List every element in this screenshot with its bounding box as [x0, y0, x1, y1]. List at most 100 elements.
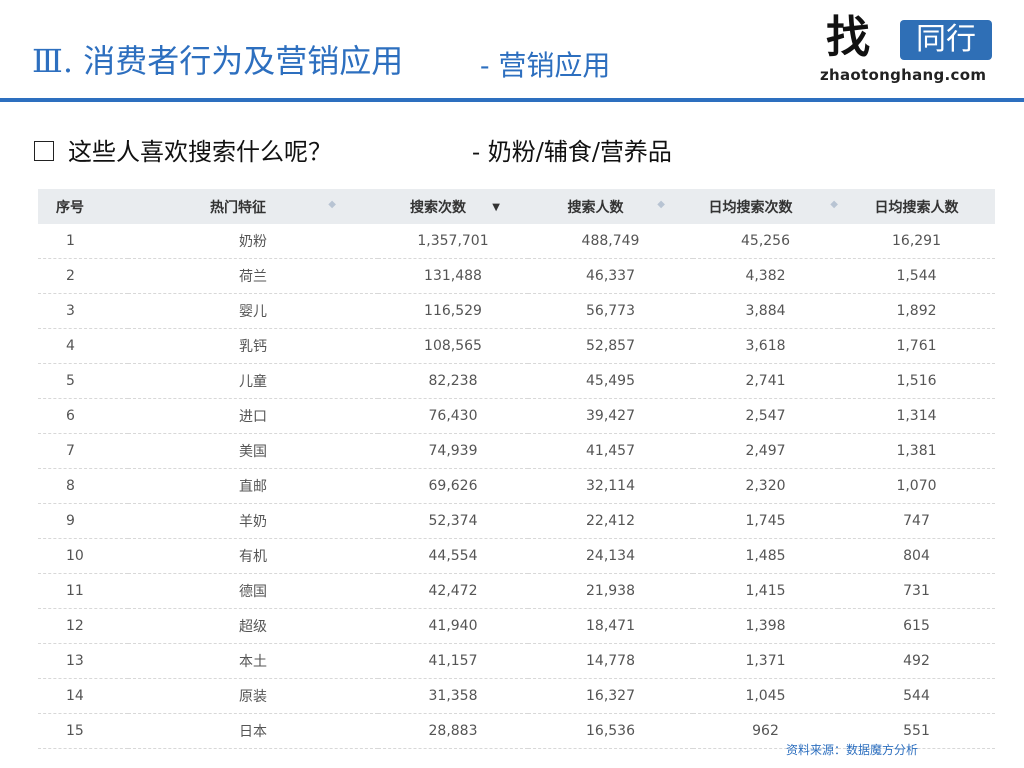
cell-index: 14 [38, 678, 128, 714]
cell-index: 5 [38, 363, 128, 399]
cell-search-count: 82,238 [378, 363, 528, 399]
cell-search-count: 52,374 [378, 503, 528, 539]
question-line: 这些人喜欢搜索什么呢？ [34, 132, 332, 167]
cell-daily-count: 1,485 [693, 538, 838, 574]
cell-search-count: 41,157 [378, 643, 528, 679]
cell-daily-people: 731 [838, 573, 995, 609]
table-row: 9 羊奶 52,374 22,412 1,745 747 [38, 503, 995, 539]
table-row: 13 本土 41,157 14,778 1,371 492 [38, 643, 995, 679]
cell-search-count: 76,430 [378, 398, 528, 434]
cell-search-people: 16,327 [528, 678, 693, 714]
cell-search-count: 131,488 [378, 258, 528, 294]
cell-daily-people: 1,544 [838, 258, 995, 294]
table-row: 10 有机 44,554 24,134 1,485 804 [38, 538, 995, 574]
col-header-daily-count[interactable]: 日均搜索次数 ◆ [693, 189, 838, 224]
cell-search-count: 74,939 [378, 433, 528, 469]
cell-feature: 原装 [128, 678, 378, 714]
cell-search-count: 41,940 [378, 608, 528, 644]
cell-daily-people: 1,381 [838, 433, 995, 469]
cell-search-people: 22,412 [528, 503, 693, 539]
cell-feature: 日本 [128, 713, 378, 749]
cell-daily-people: 747 [838, 503, 995, 539]
cell-search-people: 39,427 [528, 398, 693, 434]
cell-daily-count: 2,741 [693, 363, 838, 399]
cell-feature: 进口 [128, 398, 378, 434]
cell-search-count: 116,529 [378, 293, 528, 329]
sort-icon[interactable]: ◆ [328, 200, 336, 210]
cell-daily-people: 16,291 [838, 224, 995, 259]
table-row: 12 超级 41,940 18,471 1,398 615 [38, 608, 995, 644]
col-header-daily-people[interactable]: 日均搜索人数 [838, 189, 995, 224]
table-row: 3 婴儿 116,529 56,773 3,884 1,892 [38, 293, 995, 329]
cell-feature: 乳钙 [128, 328, 378, 364]
cell-daily-people: 615 [838, 608, 995, 644]
table-row: 1 奶粉 1,357,701 488,749 45,256 16,291 [38, 224, 995, 259]
table-row: 7 美国 74,939 41,457 2,497 1,381 [38, 433, 995, 469]
cell-index: 2 [38, 258, 128, 294]
cell-search-people: 32,114 [528, 468, 693, 504]
cell-index: 1 [38, 224, 128, 259]
cell-daily-people: 544 [838, 678, 995, 714]
col-header-search-count[interactable]: 搜索次数 ▼ [378, 189, 528, 224]
cell-search-people: 41,457 [528, 433, 693, 469]
col-header-index[interactable]: 序号 [38, 189, 128, 224]
cell-daily-people: 1,070 [838, 468, 995, 504]
col-header-search-people[interactable]: 搜索人数 ◆ [528, 189, 693, 224]
cell-search-people: 46,337 [528, 258, 693, 294]
page-title: Ⅲ. 消费者行为及营销应用 [32, 42, 404, 80]
cell-daily-count: 1,415 [693, 573, 838, 609]
cell-feature: 婴儿 [128, 293, 378, 329]
brand-logo: 找 同行 zhaotonghang.com [812, 8, 1017, 96]
cell-daily-count: 1,398 [693, 608, 838, 644]
cell-daily-people: 492 [838, 643, 995, 679]
cell-daily-count: 2,497 [693, 433, 838, 469]
checkbox-bullet-icon [34, 141, 54, 161]
keyword-table: 序号 热门特征 ◆ 搜索次数 ▼ 搜索人数 ◆ 日均搜索次数 ◆ 日均搜索人数 [38, 189, 995, 749]
cell-index: 3 [38, 293, 128, 329]
cell-search-people: 52,857 [528, 328, 693, 364]
cell-index: 11 [38, 573, 128, 609]
slide-header: Ⅲ. 消费者行为及营销应用 - 营销应用 找 同行 zhaotonghang.c… [0, 0, 1024, 104]
cell-search-count: 44,554 [378, 538, 528, 574]
cell-index: 7 [38, 433, 128, 469]
cell-search-people: 14,778 [528, 643, 693, 679]
cell-feature: 本土 [128, 643, 378, 679]
cell-search-people: 56,773 [528, 293, 693, 329]
cell-daily-people: 804 [838, 538, 995, 574]
cell-search-people: 21,938 [528, 573, 693, 609]
cell-search-count: 42,472 [378, 573, 528, 609]
cell-daily-count: 45,256 [693, 224, 838, 259]
cell-daily-count: 4,382 [693, 258, 838, 294]
cell-daily-people: 1,761 [838, 328, 995, 364]
table-row: 2 荷兰 131,488 46,337 4,382 1,544 [38, 258, 995, 294]
table-row: 5 儿童 82,238 45,495 2,741 1,516 [38, 363, 995, 399]
cell-search-count: 1,357,701 [378, 224, 528, 259]
cell-feature: 荷兰 [128, 258, 378, 294]
table-row: 8 直邮 69,626 32,114 2,320 1,070 [38, 468, 995, 504]
cell-index: 4 [38, 328, 128, 364]
cell-search-count: 31,358 [378, 678, 528, 714]
cell-index: 6 [38, 398, 128, 434]
cell-index: 10 [38, 538, 128, 574]
cell-search-people: 488,749 [528, 224, 693, 259]
sort-desc-icon[interactable]: ▼ [492, 203, 500, 213]
cell-search-people: 24,134 [528, 538, 693, 574]
header-divider [0, 98, 1024, 102]
cell-daily-count: 3,618 [693, 328, 838, 364]
cell-feature: 儿童 [128, 363, 378, 399]
cell-search-people: 16,536 [528, 713, 693, 749]
sort-icon[interactable]: ◆ [830, 200, 838, 210]
logo-mark: 找 [826, 12, 870, 63]
cell-index: 9 [38, 503, 128, 539]
sort-icon[interactable]: ◆ [657, 200, 665, 210]
cell-feature: 美国 [128, 433, 378, 469]
cell-feature: 直邮 [128, 468, 378, 504]
cell-index: 12 [38, 608, 128, 644]
cell-search-count: 28,883 [378, 713, 528, 749]
cell-daily-count: 2,320 [693, 468, 838, 504]
cell-daily-count: 1,371 [693, 643, 838, 679]
category-label: - 奶粉/辅食/营养品 [472, 138, 672, 166]
cell-daily-people: 1,516 [838, 363, 995, 399]
cell-search-people: 18,471 [528, 608, 693, 644]
col-header-feature[interactable]: 热门特征 ◆ [128, 189, 378, 224]
